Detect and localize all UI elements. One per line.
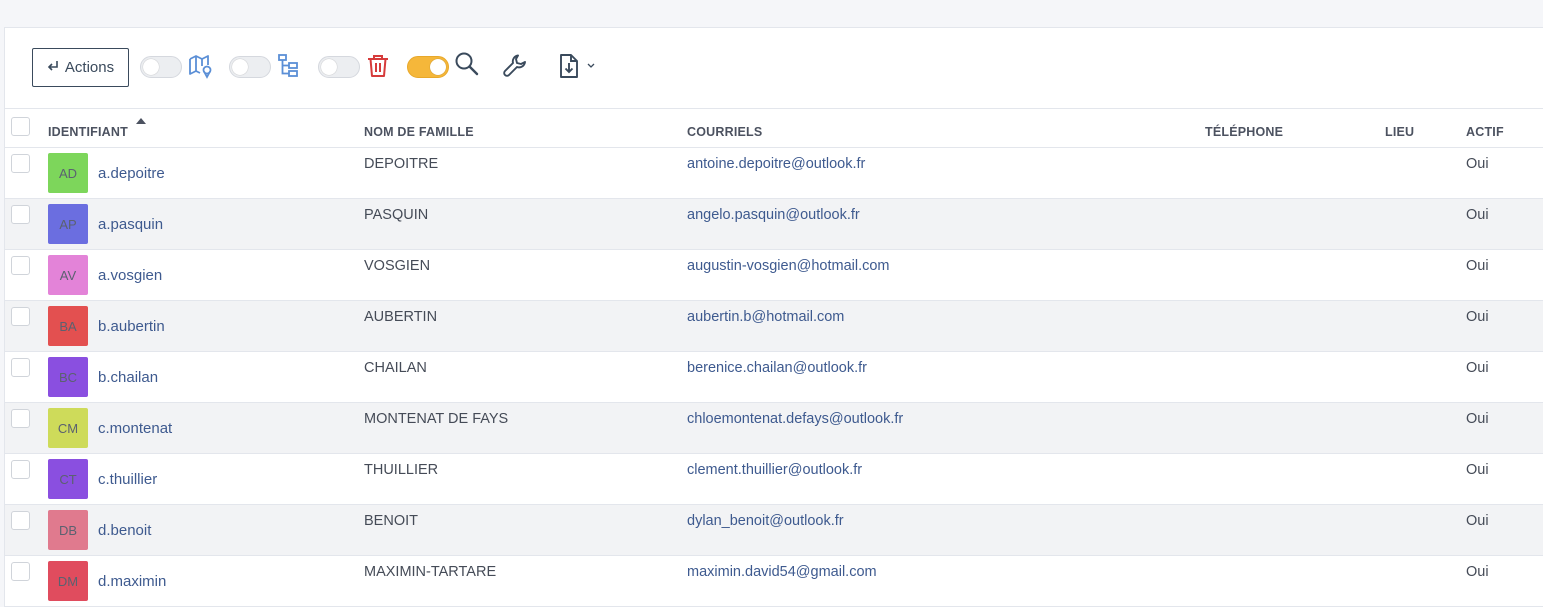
user-nom: AUBERTIN (364, 309, 438, 325)
user-actif: Oui (1466, 564, 1489, 580)
row-checkbox[interactable] (11, 154, 30, 173)
table-row[interactable]: BC b.chailan CHAILAN berenice.chailan@ou… (5, 352, 1543, 403)
chevron-down-icon[interactable] (586, 62, 596, 70)
toolbar: Actions (5, 28, 1543, 108)
user-actif: Oui (1466, 258, 1489, 274)
user-nom: PASQUIN (364, 207, 429, 223)
user-nom: THUILLIER (364, 462, 439, 478)
user-actif: Oui (1466, 462, 1489, 478)
user-identifiant-link[interactable]: d.maximin (98, 573, 166, 590)
actions-button[interactable]: Actions (32, 48, 129, 87)
trash-toggle[interactable] (318, 56, 360, 78)
table-row[interactable]: AV a.vosgien VOSGIEN augustin-vosgien@ho… (5, 250, 1543, 301)
user-identifiant-link[interactable]: a.vosgien (98, 267, 162, 284)
avatar: AV (48, 255, 88, 295)
table-body: AD a.depoitre DEPOITRE antoine.depoitre@… (5, 148, 1543, 607)
select-all-checkbox[interactable] (11, 117, 30, 136)
row-checkbox[interactable] (11, 511, 30, 530)
row-checkbox[interactable] (11, 205, 30, 224)
user-actif: Oui (1466, 156, 1489, 172)
col-actif[interactable]: ACTIF (1466, 125, 1504, 139)
table-row[interactable]: DB d.benoit BENOIT dylan_benoit@outlook.… (5, 505, 1543, 556)
col-courriels[interactable]: COURRIELS (687, 125, 762, 139)
avatar: BA (48, 306, 88, 346)
user-nom: DEPOITRE (364, 156, 439, 172)
user-nom: MONTENAT DE FAYS (364, 411, 509, 427)
avatar: BC (48, 357, 88, 397)
user-actif: Oui (1466, 513, 1489, 529)
user-email[interactable]: augustin-vosgien@hotmail.com (687, 258, 890, 274)
user-email[interactable]: chloemontenat.defays@outlook.fr (687, 411, 903, 427)
table-row[interactable]: CT c.thuillier THUILLIER clement.thuilli… (5, 454, 1543, 505)
avatar: AD (48, 153, 88, 193)
row-checkbox[interactable] (11, 562, 30, 581)
col-identifiant[interactable]: IDENTIFIANT (48, 125, 128, 139)
hierarchy-toggle[interactable] (229, 56, 271, 78)
user-identifiant-link[interactable]: c.montenat (98, 420, 172, 437)
table-row[interactable]: AD a.depoitre DEPOITRE antoine.depoitre@… (5, 148, 1543, 199)
user-actif: Oui (1466, 207, 1489, 223)
table-row[interactable]: DM d.maximin MAXIMIN-TARTARE maximin.dav… (5, 556, 1543, 607)
user-email[interactable]: maximin.david54@gmail.com (687, 564, 877, 580)
avatar: CT (48, 459, 88, 499)
user-actif: Oui (1466, 411, 1489, 427)
user-nom: BENOIT (364, 513, 418, 529)
user-actif: Oui (1466, 309, 1489, 325)
avatar: DB (48, 510, 88, 550)
user-email[interactable]: antoine.depoitre@outlook.fr (687, 156, 865, 172)
table-row[interactable]: CM c.montenat MONTENAT DE FAYS chloemont… (5, 403, 1543, 454)
user-email[interactable]: aubertin.b@hotmail.com (687, 309, 844, 325)
user-identifiant-link[interactable]: b.aubertin (98, 318, 165, 335)
user-email[interactable]: clement.thuillier@outlook.fr (687, 462, 862, 478)
user-email[interactable]: angelo.pasquin@outlook.fr (687, 207, 860, 223)
table-header: IDENTIFIANT NOM DE FAMILLE COURRIELS TÉL… (5, 108, 1543, 148)
col-nom[interactable]: NOM DE FAMILLE (364, 125, 474, 139)
row-checkbox[interactable] (11, 460, 30, 479)
user-actif: Oui (1466, 360, 1489, 376)
user-identifiant-link[interactable]: d.benoit (98, 522, 151, 539)
trash-icon[interactable] (364, 52, 392, 80)
map-toggle[interactable] (140, 56, 182, 78)
table-row[interactable]: AP a.pasquin PASQUIN angelo.pasquin@outl… (5, 199, 1543, 250)
search-toggle[interactable] (407, 56, 449, 78)
avatar: DM (48, 561, 88, 601)
users-panel: Actions IDENTIFIANT NOM DE FAMILLE COURR… (4, 27, 1543, 607)
user-nom: MAXIMIN-TARTARE (364, 564, 497, 580)
export-file-icon[interactable] (555, 52, 583, 80)
row-checkbox[interactable] (11, 358, 30, 377)
return-arrow-icon (47, 60, 59, 76)
avatar: AP (48, 204, 88, 244)
map-pin-icon[interactable] (187, 52, 215, 80)
table-row[interactable]: BA b.aubertin AUBERTIN aubertin.b@hotmai… (5, 301, 1543, 352)
user-email[interactable]: dylan_benoit@outlook.fr (687, 513, 844, 529)
row-checkbox[interactable] (11, 307, 30, 326)
user-identifiant-link[interactable]: a.depoitre (98, 165, 165, 182)
search-icon[interactable] (453, 50, 481, 78)
user-email[interactable]: berenice.chailan@outlook.fr (687, 360, 867, 376)
wrench-icon[interactable] (501, 52, 529, 80)
avatar: CM (48, 408, 88, 448)
actions-label: Actions (64, 59, 115, 76)
hierarchy-icon[interactable] (275, 52, 303, 80)
user-identifiant-link[interactable]: b.chailan (98, 369, 158, 386)
col-telephone[interactable]: TÉLÉPHONE (1205, 125, 1283, 139)
col-lieu[interactable]: LIEU (1385, 125, 1414, 139)
sort-ascending-icon (136, 118, 146, 124)
user-nom: CHAILAN (364, 360, 427, 376)
row-checkbox[interactable] (11, 409, 30, 428)
user-identifiant-link[interactable]: c.thuillier (98, 471, 157, 488)
user-nom: VOSGIEN (364, 258, 431, 274)
user-identifiant-link[interactable]: a.pasquin (98, 216, 163, 233)
row-checkbox[interactable] (11, 256, 30, 275)
